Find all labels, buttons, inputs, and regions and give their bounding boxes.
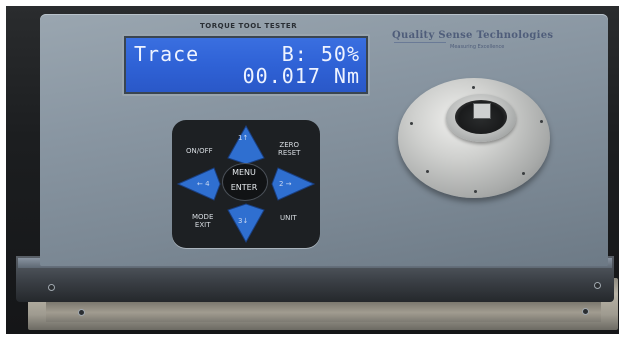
on-off-key[interactable]: ON/OFF xyxy=(186,147,213,155)
lcd-reading: 00.017 Nm xyxy=(242,64,360,88)
device-title: TORQUE TOOL TESTER xyxy=(200,22,298,30)
down-arrow-label: 3↓ xyxy=(238,217,249,225)
right-arrow-label: 2 → xyxy=(279,180,292,188)
brand-divider xyxy=(394,42,446,43)
case-screw xyxy=(48,284,55,291)
zero-reset-label-2: RESET xyxy=(278,149,301,157)
plate-screw-dot xyxy=(410,122,413,125)
lcd-display: Trace B: 50% 00.017 Nm xyxy=(126,38,366,92)
plate-screw-dot xyxy=(540,120,543,123)
unit-key[interactable]: UNIT xyxy=(280,214,297,222)
mode-exit-label-1: MODE xyxy=(192,213,214,221)
base-screw xyxy=(582,308,589,315)
mode-exit-label-2: EXIT xyxy=(194,221,211,229)
zero-reset-key[interactable]: ZERO RESET xyxy=(278,141,300,157)
zero-reset-label-1: ZERO xyxy=(279,141,300,149)
left-arrow-label: ← 4 xyxy=(197,180,210,188)
up-arrow-label: 1↑ xyxy=(238,134,249,142)
plate-screw-dot xyxy=(474,190,477,193)
up-arrow-key[interactable] xyxy=(227,124,265,165)
base-screw xyxy=(78,309,85,316)
enter-label: ENTER xyxy=(230,183,258,192)
menu-label: MENU xyxy=(232,168,256,177)
square-drive xyxy=(473,103,491,119)
plate-screw-dot xyxy=(472,86,475,89)
brand-name: Quality Sense Technologies xyxy=(392,30,554,41)
plate-screw-dot xyxy=(426,170,429,173)
lcd-mode: Trace xyxy=(134,42,200,66)
mode-exit-key[interactable]: MODE EXIT xyxy=(192,213,213,229)
case-screw xyxy=(594,282,601,289)
plate-screw-dot xyxy=(522,172,525,175)
brand-tagline: Measuring Excellence xyxy=(450,44,505,50)
lcd-backlight: B: 50% xyxy=(281,42,360,66)
